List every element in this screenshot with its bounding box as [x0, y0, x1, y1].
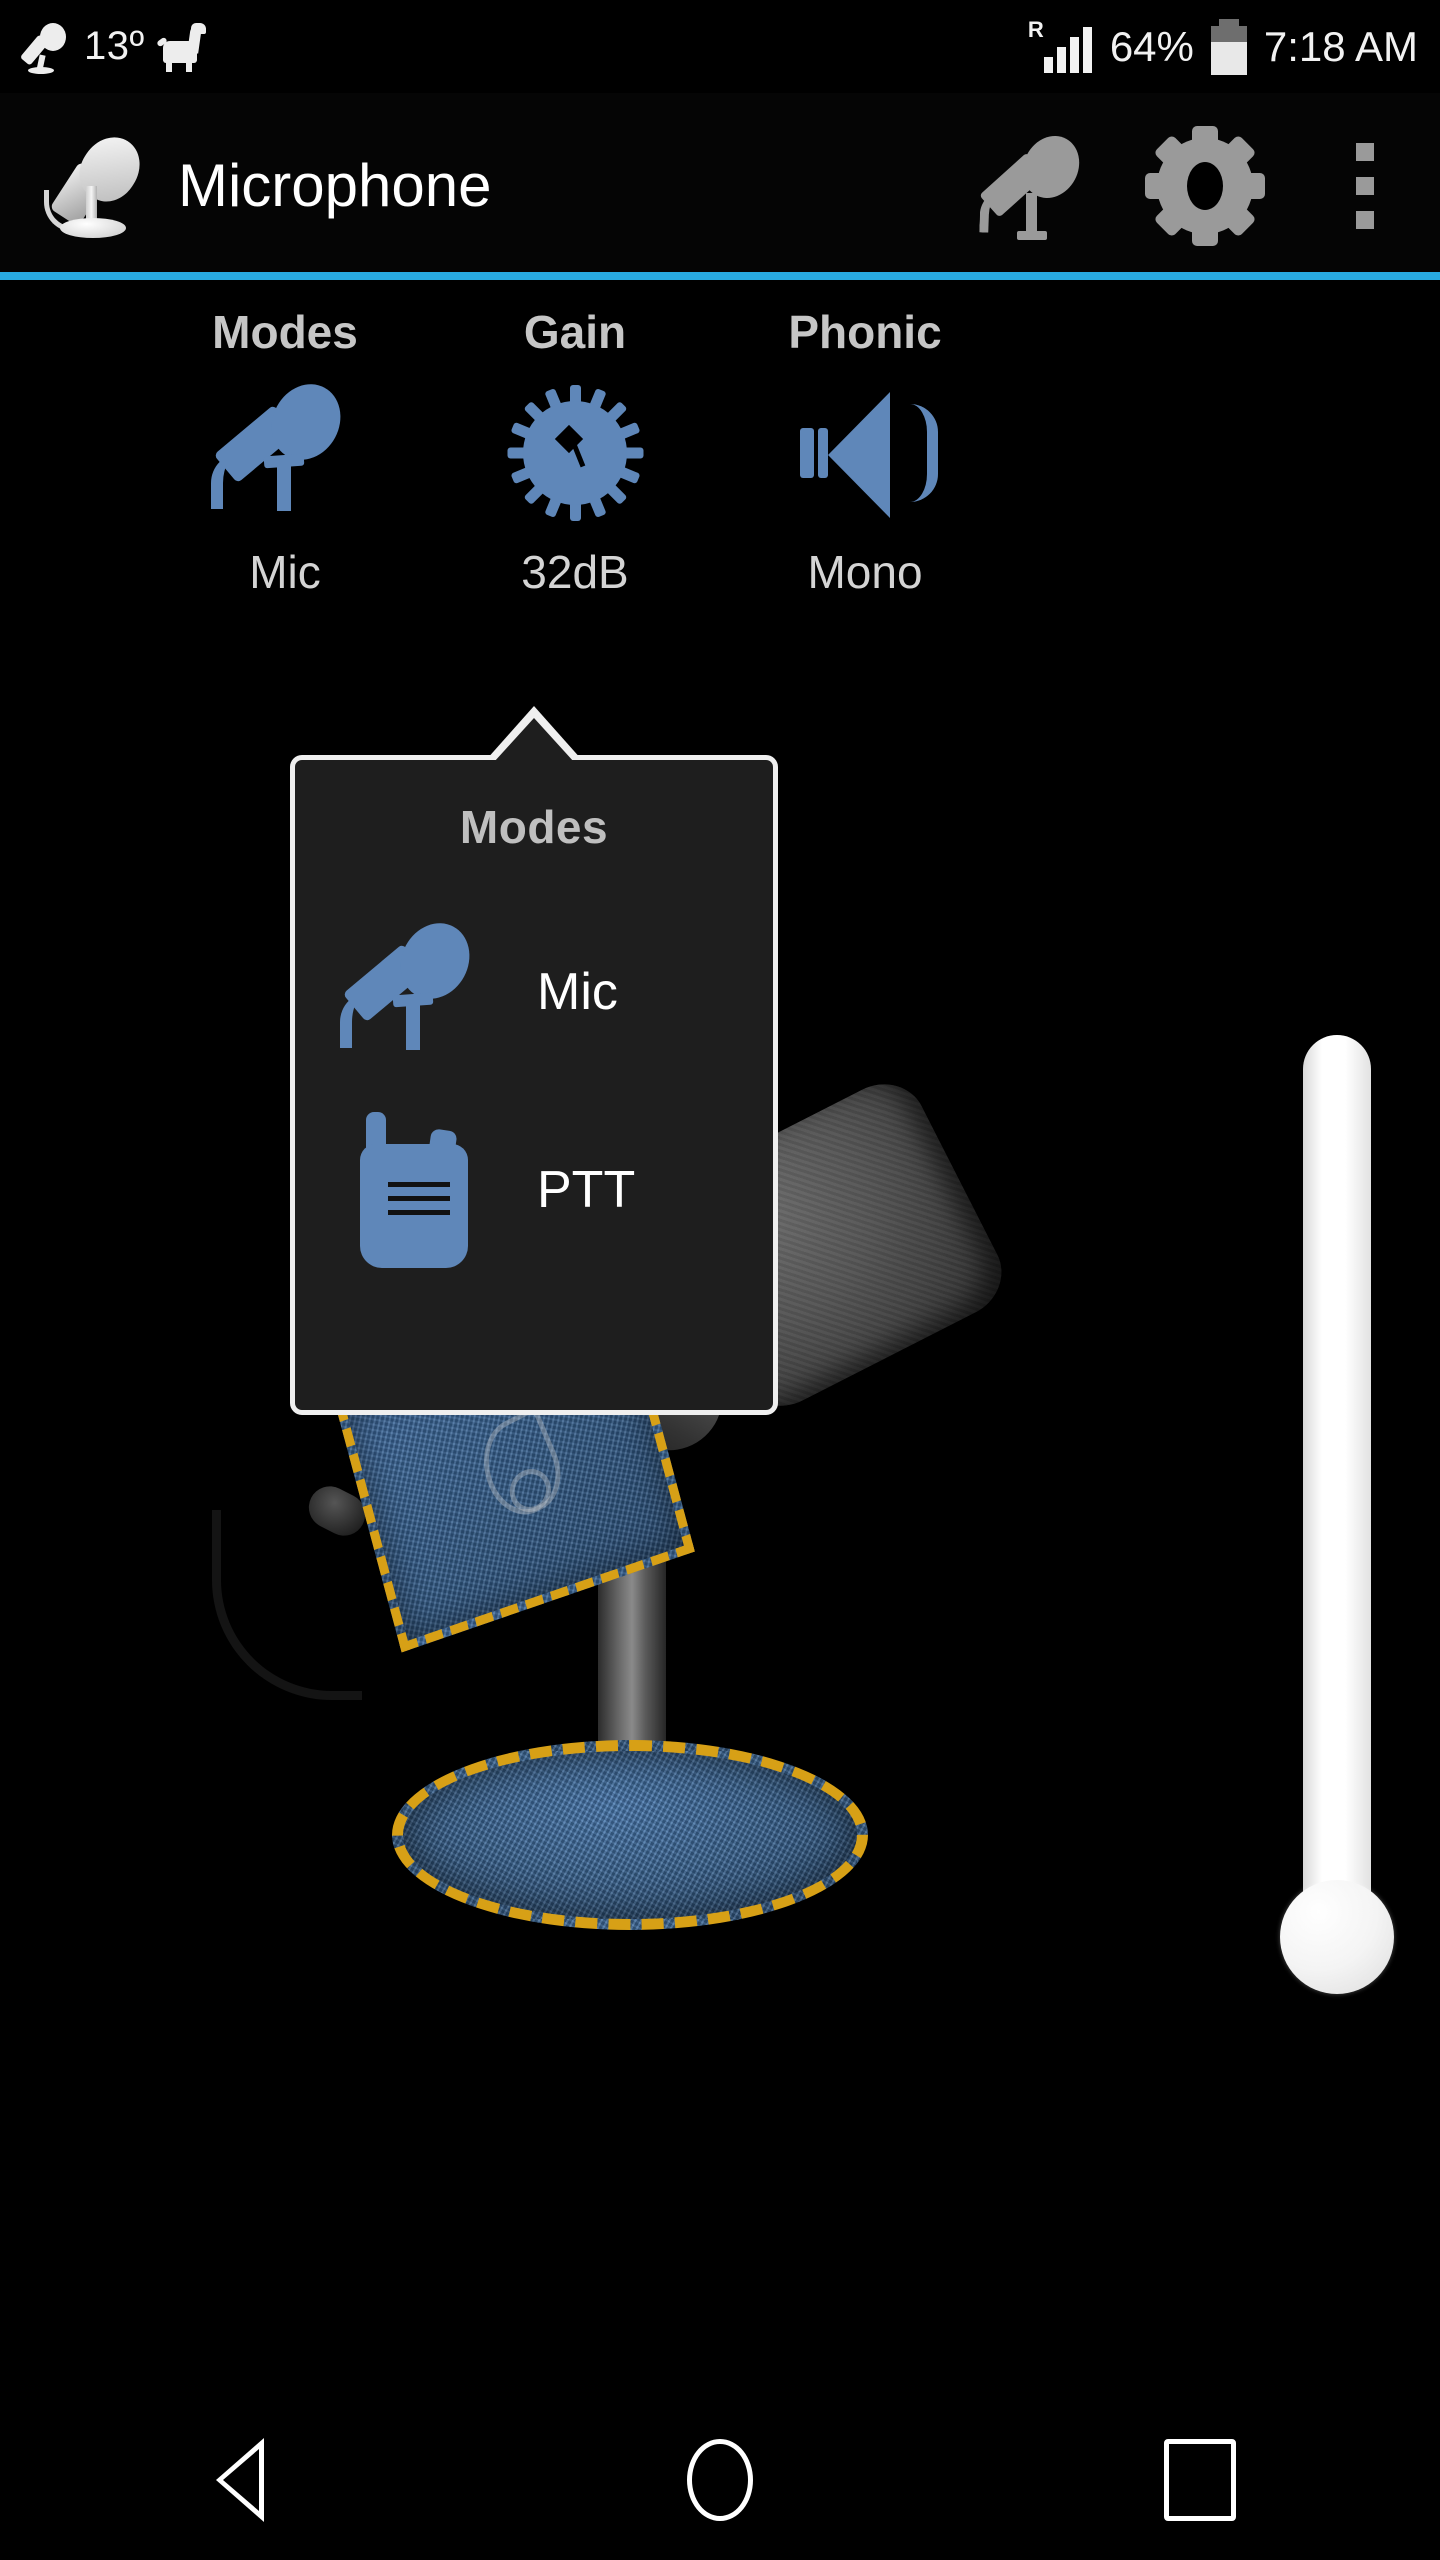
- temperature-text: 13º: [84, 24, 145, 68]
- control-modes[interactable]: Modes Mic: [140, 305, 430, 665]
- control-modes-icon-wrap: [205, 372, 365, 523]
- speaker-icon: [790, 388, 940, 518]
- battery-icon: [1210, 18, 1248, 75]
- app-title: Microphone: [178, 152, 492, 219]
- popup-title: Modes: [459, 801, 609, 853]
- gain-slider-track[interactable]: [1303, 1035, 1371, 1975]
- pet-notification-icon: [155, 22, 211, 72]
- three-dots-icon: [1356, 142, 1374, 229]
- settings-button[interactable]: [1120, 93, 1290, 278]
- popup-item-ptt-icon-wrap: [319, 1112, 509, 1268]
- popup-item-mic[interactable]: Mic: [295, 902, 773, 1082]
- nav-home-button[interactable]: [480, 2400, 960, 2560]
- nav-back-button[interactable]: [0, 2400, 480, 2560]
- navigation-bar: [0, 2400, 1440, 2560]
- popup-item-mic-label: Mic: [537, 963, 618, 1021]
- circle-icon: [687, 2439, 753, 2521]
- control-gain-title: Gain: [523, 306, 627, 358]
- gain-slider[interactable]: [1280, 1035, 1394, 2045]
- status-bar-right: R 64% 7:18 AM: [1027, 16, 1418, 75]
- microphone-icon: [334, 911, 494, 1062]
- gain-knob-icon: [505, 383, 645, 523]
- status-bar-left: 13º: [19, 21, 211, 74]
- control-modes-title: Modes: [212, 306, 358, 358]
- clock-text: 7:18 AM: [1263, 22, 1418, 70]
- control-gain[interactable]: Gain 32dB: [430, 305, 720, 665]
- microphone-icon: [205, 372, 365, 523]
- controls-row: Modes Mic Gain 32dB Phonic Mono: [0, 305, 1100, 665]
- popup-item-ptt[interactable]: PTT: [295, 1100, 773, 1280]
- action-bar: Microphone: [0, 93, 1440, 278]
- walkie-talkie-icon: [348, 1112, 480, 1268]
- popup-item-mic-icon-wrap: [319, 911, 509, 1062]
- popup-caret-inner: [494, 718, 574, 762]
- gain-slider-thumb[interactable]: [1280, 1880, 1394, 1994]
- square-icon: [1164, 2439, 1236, 2521]
- popup-item-ptt-label: PTT: [537, 1161, 636, 1219]
- control-phonic-value: Mono: [807, 546, 923, 598]
- battery-percent-text: 64%: [1109, 22, 1194, 70]
- mic-toggle-button[interactable]: [950, 93, 1120, 278]
- microphone-logo-icon: [42, 125, 152, 242]
- microphone-icon: [979, 125, 1090, 241]
- control-gain-value: 32dB: [521, 546, 629, 598]
- control-gain-icon-wrap: [505, 383, 645, 523]
- control-phonic-icon-wrap: [790, 383, 940, 523]
- action-bar-actions: [950, 93, 1440, 278]
- microphone-notification-icon: [19, 21, 68, 74]
- modes-popup: Modes Mic PTT: [290, 706, 778, 1415]
- action-bar-accent-line: [0, 272, 1440, 280]
- control-modes-value: Mic: [249, 546, 321, 598]
- control-phonic[interactable]: Phonic Mono: [720, 305, 1010, 665]
- roaming-indicator: R: [1027, 16, 1044, 42]
- gear-icon: [1145, 125, 1265, 246]
- nav-recents-button[interactable]: [960, 2400, 1440, 2560]
- triangle-left-icon: [216, 2438, 264, 2522]
- status-bar: 13º R 64% 7:18 AM: [0, 0, 1440, 93]
- signal-bars-icon: R: [1027, 16, 1094, 73]
- overflow-menu-button[interactable]: [1290, 93, 1440, 278]
- control-phonic-title: Phonic: [788, 306, 942, 358]
